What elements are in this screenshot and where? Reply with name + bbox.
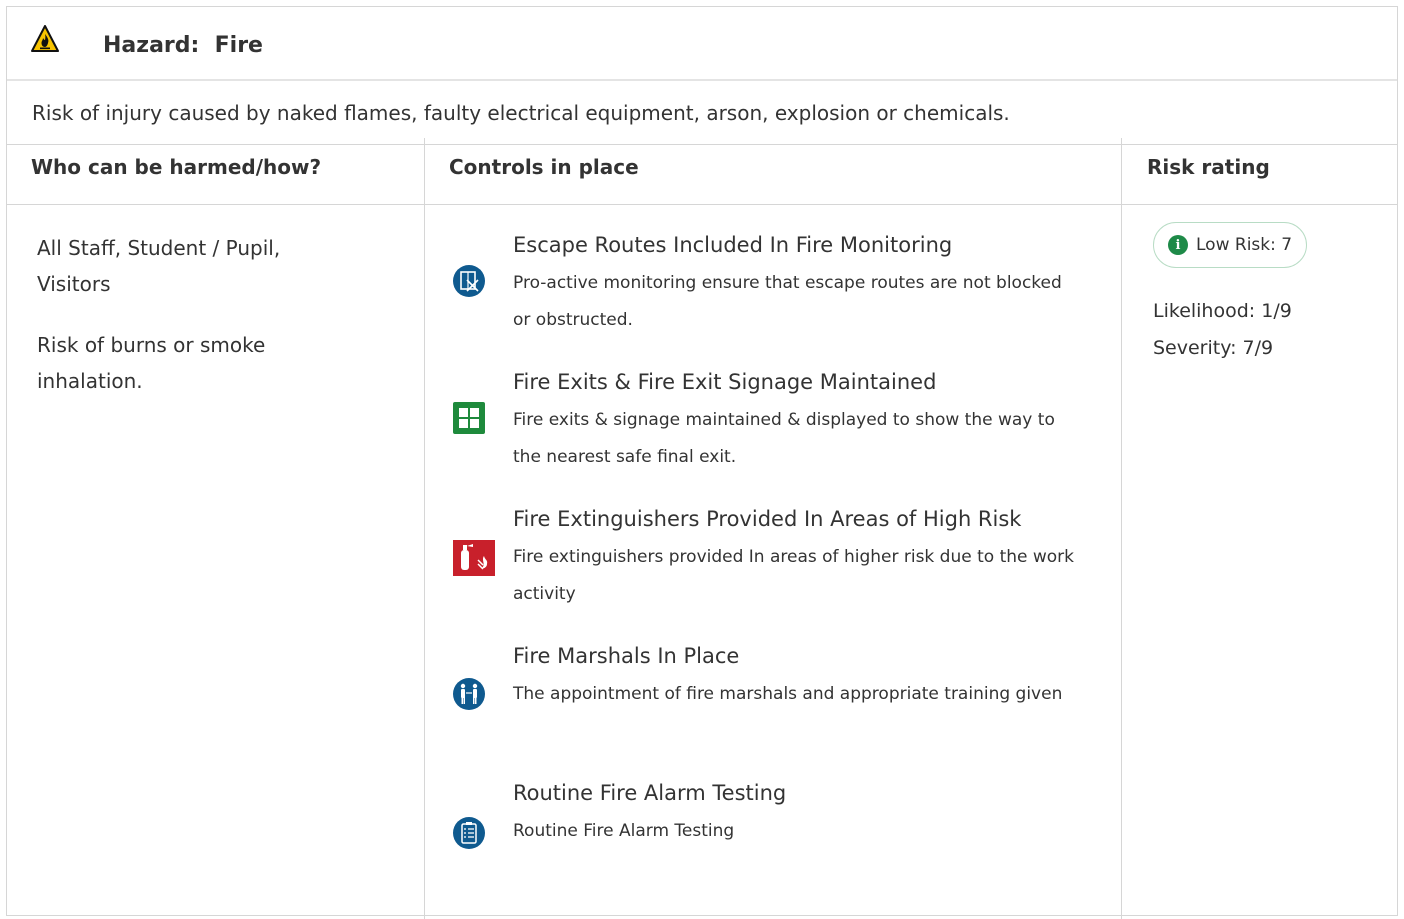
- fire-marshal-icon: [453, 678, 485, 710]
- column-header-who: Who can be harmed/how?: [31, 155, 322, 179]
- control-title: Escape Routes Included In Fire Monitorin…: [513, 233, 953, 257]
- control-description: Fire extinguishers provided In areas of …: [513, 547, 1075, 604]
- who-harmed: All Staff, Student / Pupil, Visitors: [37, 236, 281, 296]
- likelihood-value: Likelihood: 1/9: [1153, 300, 1292, 322]
- control-description: Pro-active monitoring ensure that escape…: [513, 273, 1062, 330]
- fire-warning-icon: [31, 25, 59, 52]
- column-header-risk: Risk rating: [1147, 155, 1270, 179]
- risk-rating-label: Low Risk: 7: [1196, 235, 1293, 255]
- column-divider: [424, 138, 425, 919]
- escape-route-icon: [453, 265, 485, 297]
- control-title: Fire Exits & Fire Exit Signage Maintaine…: [513, 370, 937, 394]
- hazard-title: Hazard: Fire: [103, 33, 263, 58]
- risk-rating-badge[interactable]: i Low Risk: 7: [1153, 222, 1308, 268]
- control-title: Routine Fire Alarm Testing: [513, 781, 787, 805]
- fire-exit-icon: [453, 402, 485, 434]
- control-title: Fire Extinguishers Provided In Areas of …: [513, 507, 1022, 531]
- info-icon: i: [1168, 235, 1188, 255]
- column-header-controls: Controls in place: [449, 155, 639, 179]
- hazard-description: Risk of injury caused by naked flames, f…: [32, 101, 1010, 125]
- hazard-description-row: Risk of injury caused by naked flames, f…: [7, 81, 1397, 145]
- control-description: Fire exits & signage maintained & displa…: [513, 410, 1055, 467]
- column-divider: [1121, 138, 1122, 919]
- control-description: Routine Fire Alarm Testing: [513, 821, 735, 841]
- fire-extinguisher-icon: [453, 540, 495, 576]
- severity-value: Severity: 7/9: [1153, 337, 1274, 359]
- how-harmed: Risk of burns or smoke inhalation.: [37, 333, 266, 393]
- control-description: The appointment of fire marshals and app…: [513, 684, 1063, 704]
- clipboard-checklist-icon: [453, 817, 485, 849]
- hazard-header: Hazard: Fire: [7, 7, 1397, 81]
- control-title: Fire Marshals In Place: [513, 644, 740, 668]
